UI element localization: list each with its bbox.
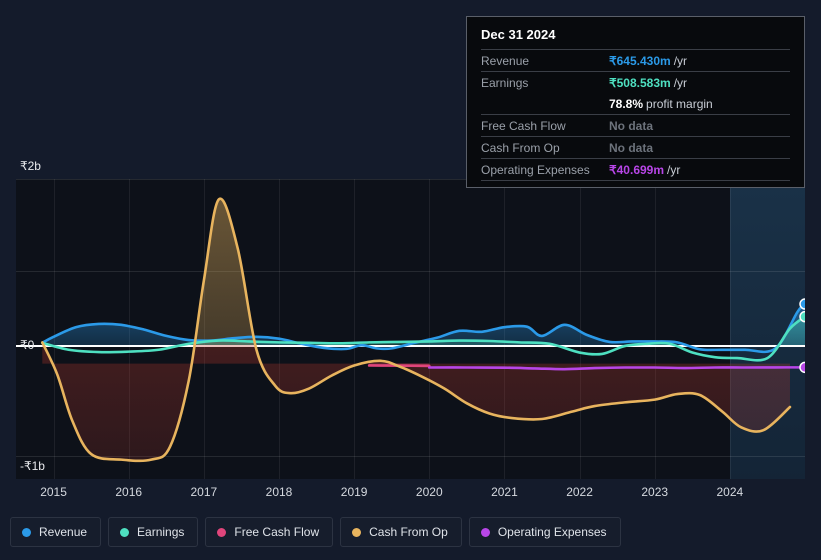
legend-swatch-icon xyxy=(22,527,31,537)
legend-swatch-icon xyxy=(120,527,130,537)
tooltip-row-unit: /yr xyxy=(667,163,681,177)
x-axis-tick-label: 2017 xyxy=(190,485,218,499)
y-axis-tick-label: ₹2b xyxy=(20,159,41,173)
data-tooltip: Dec 31 2024 Revenue ₹645.430m/yr Earnings ₹… xyxy=(466,16,805,188)
tooltip-row: Earnings ₹508.583m/yr xyxy=(481,71,790,93)
tooltip-row-value: 78.8% xyxy=(609,97,644,111)
endpoint-dot xyxy=(799,310,805,323)
legend-item-label: Free Cash Flow xyxy=(234,525,320,539)
endpoint-dot xyxy=(799,361,805,374)
legend-swatch-icon xyxy=(480,527,490,537)
legend-item-label: Revenue xyxy=(39,525,88,539)
legend-swatch-icon xyxy=(352,527,362,537)
series-fills xyxy=(42,198,805,461)
legend-item-label: Earnings xyxy=(137,525,185,539)
x-axis-tick-label: 2018 xyxy=(265,485,293,499)
tooltip-row-unit: /yr xyxy=(673,54,688,68)
tooltip-row-value: ₹40.699m xyxy=(609,163,665,177)
tooltip-row-value: No data xyxy=(609,141,654,155)
legend-item-free-cash-flow[interactable]: Free Cash Flow xyxy=(205,517,334,547)
tooltip-row-value: ₹645.430m xyxy=(609,54,671,68)
series-layer xyxy=(41,197,805,463)
x-axis-tick-label: 2015 xyxy=(40,485,67,499)
x-axis-tick-label: 2016 xyxy=(115,485,143,499)
legend-item-cash-from-op[interactable]: Cash From Op xyxy=(340,517,462,547)
tooltip-date: Dec 31 2024 xyxy=(481,27,556,42)
tooltip-row-unit: /yr xyxy=(673,76,688,90)
tooltip-row-value: ₹508.583m xyxy=(609,76,671,90)
tooltip-row-label: Earnings xyxy=(481,76,529,90)
tooltip-row: Free Cash Flow No data xyxy=(481,114,790,136)
x-axis-tick-label: 2020 xyxy=(415,485,443,499)
tooltip-row-label: Operating Expenses xyxy=(481,163,590,177)
tooltip-row: Revenue ₹645.430m/yr xyxy=(481,49,790,71)
tooltip-row-unit: profit margin xyxy=(646,97,713,111)
legend-item-revenue[interactable]: Revenue xyxy=(10,517,102,547)
endpoint-dot xyxy=(799,298,805,310)
tooltip-row: 78.8% profit margin xyxy=(481,93,790,114)
legend-item-operating-expenses[interactable]: Operating Expenses xyxy=(468,517,621,547)
x-axis-tick-label: 2023 xyxy=(641,485,669,499)
chart-page: ₹2b ₹0 -₹1b 2015 2016 2017 2018 2019 2020 2021 20… xyxy=(0,0,821,560)
tooltip-row: Operating Expenses ₹40.699m/yr xyxy=(481,158,790,181)
tooltip-row-value: No data xyxy=(609,119,654,133)
x-axis-tick-label: 2022 xyxy=(566,485,593,499)
legend-item-label: Operating Expenses xyxy=(497,525,607,539)
tooltip-row: Cash From Op No data xyxy=(481,136,790,158)
x-axis-tick-label: 2024 xyxy=(716,485,744,499)
legend-swatch-icon xyxy=(217,527,227,537)
legend-item-earnings[interactable]: Earnings xyxy=(108,517,199,547)
y-axis-tick-label: -₹1b xyxy=(20,459,45,473)
tooltip-row-label: Revenue xyxy=(481,54,530,68)
tooltip-rows: Revenue ₹645.430m/yr Earnings ₹508.583m/yr 7… xyxy=(481,49,790,181)
x-axis-tick-label: 2021 xyxy=(491,485,518,499)
area-fill-negative xyxy=(42,345,790,461)
chart-legend: Revenue Earnings Free Cash Flow Cash From O… xyxy=(10,517,621,547)
x-axis-tick-label: 2019 xyxy=(340,485,368,499)
legend-item-label: Cash From Op xyxy=(369,525,448,539)
tooltip-row-label: Free Cash Flow xyxy=(481,119,566,133)
tooltip-row-label: Cash From Op xyxy=(481,141,560,155)
y-axis-tick-label: ₹0 xyxy=(20,338,35,352)
